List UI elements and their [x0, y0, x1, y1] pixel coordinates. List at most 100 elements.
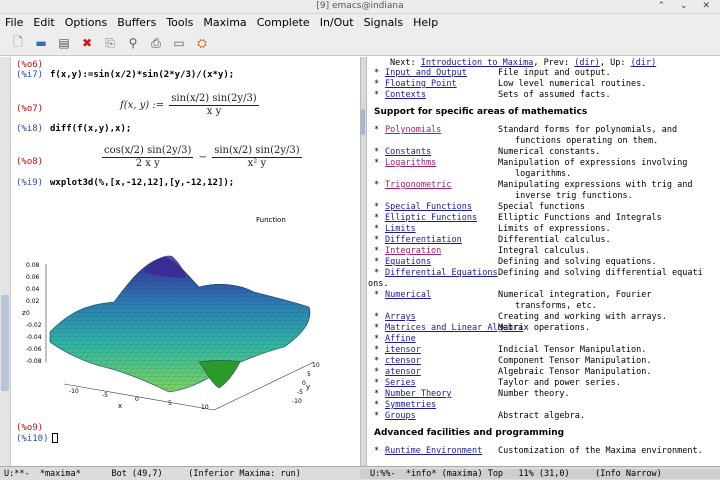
entry-description: Abstract algebra.	[498, 411, 585, 421]
info-menu-entry: * Arrays Creating and working with arrays.	[368, 312, 720, 323]
z-tick-label: 0.08	[26, 262, 40, 269]
info-link[interactable]: Input and Output	[385, 68, 467, 79]
search-icon[interactable]: ⚲	[125, 35, 141, 51]
window-controls[interactable]: ⌃ ⌄ ✕	[658, 1, 716, 11]
up-link[interactable]: (dir)	[631, 58, 657, 68]
info-link[interactable]: Polynomials	[385, 125, 441, 136]
info-link[interactable]: Series	[385, 378, 416, 389]
toolbar: 🗋 ▬ ▤ ✖ ⎘ ⚲ ⎙ ▭ ⛭	[0, 31, 720, 56]
info-link[interactable]: Symmetries	[385, 400, 436, 411]
info-link[interactable]: Numerical	[385, 290, 431, 301]
info-link[interactable]: Arrays	[385, 312, 416, 323]
bullet: *	[374, 224, 380, 234]
new-file-icon[interactable]: 🗋	[10, 35, 26, 51]
y-tick-label: 5	[307, 371, 311, 378]
entry-description: Algebraic Tensor Manipulation.	[498, 367, 652, 377]
session-scroll-thumb[interactable]	[1, 295, 9, 391]
bullet: *	[374, 312, 380, 322]
info-link[interactable]: Elliptic Functions	[385, 213, 477, 224]
next-link[interactable]: Introduction to Maxima	[421, 58, 534, 68]
info-scrollbar[interactable]	[360, 57, 367, 466]
print-icon[interactable]: ⎙	[148, 35, 164, 51]
copy-icon[interactable]: ⎘	[102, 35, 118, 51]
o8-minus: −	[198, 152, 207, 163]
x-axis-label: x	[118, 402, 122, 410]
x-tick-label: 5	[168, 400, 172, 407]
info-link[interactable]: Equations	[385, 257, 431, 268]
entry-description: Manipulating expressions with trig and	[498, 180, 693, 190]
menu-signals[interactable]: Signals	[364, 16, 404, 29]
menu-file[interactable]: File	[5, 16, 23, 29]
info-pane[interactable]: Next: Introduction to Maxima, Prev: (dir…	[368, 57, 720, 466]
save-icon[interactable]: ▤	[56, 35, 72, 51]
menu-tools[interactable]: Tools	[166, 16, 193, 29]
bullet: *	[374, 213, 380, 223]
o8-denominator-1: 2 x y	[135, 158, 160, 169]
preferences-icon[interactable]: ▭	[171, 35, 187, 51]
input-command[interactable]: diff(f(x,y),x);	[50, 124, 131, 134]
input-command[interactable]: wxplot3d(%,[x,-12,12],[y,-12,12]);	[50, 178, 234, 188]
text-cursor	[52, 433, 58, 443]
y-axis-label: y	[306, 383, 310, 391]
open-folder-icon[interactable]: ▬	[33, 35, 49, 51]
menu-edit[interactable]: Edit	[33, 16, 54, 29]
info-menu-entry: * Trigonometric Manipulating expressions w…	[368, 180, 720, 191]
entry-description: Defining and solving equations.	[498, 257, 657, 267]
menu-inout[interactable]: In/Out	[320, 16, 354, 29]
input-command[interactable]: f(x,y):=sin(x/2)*sin(2*y/3)/(x*y);	[50, 70, 234, 80]
info-menu-entry: * Logarithms Manipulation of expressions i…	[368, 158, 720, 169]
session-scrollbar[interactable]	[0, 57, 11, 466]
info-menu-entry: * Matrices and Linear Algebra Matrix opera…	[368, 323, 720, 334]
info-link[interactable]: atensor	[385, 367, 421, 378]
x-tick-label: 0	[135, 396, 139, 403]
entry-description: Numerical integration, Fourier	[498, 290, 652, 300]
output-o7-math: f(x, y) := sin(x/2) sin(2y/3) x y	[120, 93, 261, 118]
entry-description-cont: functions operating on them.	[515, 136, 659, 146]
info-link[interactable]: Floating Point	[385, 79, 457, 90]
entry-description: Indicial Tensor Manipulation.	[498, 345, 647, 355]
menu-options[interactable]: Options	[65, 16, 107, 29]
info-menu-entry: * itensor Indicial Tensor Manipulation.	[368, 345, 720, 356]
info-link[interactable]: ctensor	[385, 356, 421, 367]
info-link[interactable]: Integration	[385, 246, 441, 257]
menu-help[interactable]: Help	[413, 16, 438, 29]
info-scroll-thumb[interactable]	[361, 109, 365, 135]
prev-link[interactable]: (dir)	[574, 58, 600, 68]
info-menu-entry: * Differentiation Differential calculus.	[368, 235, 720, 246]
info-link[interactable]: Runtime Environment	[385, 446, 482, 457]
info-link[interactable]: Limits	[385, 224, 416, 235]
o8-numerator-2: sin(x/2) sin(2y/3)	[212, 145, 302, 158]
o8-numerator-1: cos(x/2) sin(2y/3)	[102, 145, 194, 158]
next-label: Next:	[390, 58, 416, 68]
info-link[interactable]: Affine	[385, 334, 416, 345]
x-tick-label: 10	[201, 404, 209, 411]
info-link[interactable]: Trigonometric	[385, 180, 452, 191]
z-tick-label: 0	[26, 310, 30, 317]
y-tick-label: -10	[292, 398, 302, 405]
section-heading: Support for specific areas of mathematic…	[374, 107, 588, 117]
output-o8-math: cos(x/2) sin(2y/3) 2 x y − sin(x/2) sin(2…	[100, 145, 304, 170]
menu-maxima[interactable]: Maxima	[203, 16, 246, 29]
minibuffer[interactable]	[0, 480, 720, 492]
info-link[interactable]: Contexts	[385, 90, 426, 101]
info-menu-entry: * Series Taylor and power series.	[368, 378, 720, 389]
info-menu-entry: * Affine	[368, 334, 720, 345]
menu-buffers[interactable]: Buffers	[117, 16, 156, 29]
info-link[interactable]: Differential Equations	[385, 268, 498, 279]
info-link[interactable]: Differentiation	[385, 235, 462, 246]
info-link[interactable]: itensor	[385, 345, 421, 356]
info-link[interactable]: Constants	[385, 147, 431, 158]
close-x-icon[interactable]: ✖	[79, 35, 95, 51]
info-menu-entry: * Special Functions Special functions	[368, 202, 720, 213]
info-link[interactable]: Special Functions	[385, 202, 472, 213]
bullet: *	[374, 79, 380, 89]
info-menu-entry: * Integration Integral calculus.	[368, 246, 720, 257]
help-icon[interactable]: ⛭	[194, 35, 210, 51]
z-tick-label: -0.08	[26, 358, 42, 365]
info-link[interactable]: Number Theory	[385, 389, 452, 400]
info-link[interactable]: Logarithms	[385, 158, 436, 169]
menu-complete[interactable]: Complete	[257, 16, 310, 29]
info-link[interactable]: Groups	[385, 411, 416, 422]
maxima-session-pane[interactable]: (%o6) (%i7) f(x,y):=sin(x/2)*sin(2*y/3)/(x…	[0, 57, 360, 466]
info-menu-entry: * Runtime Environment Customization of the…	[368, 446, 720, 457]
